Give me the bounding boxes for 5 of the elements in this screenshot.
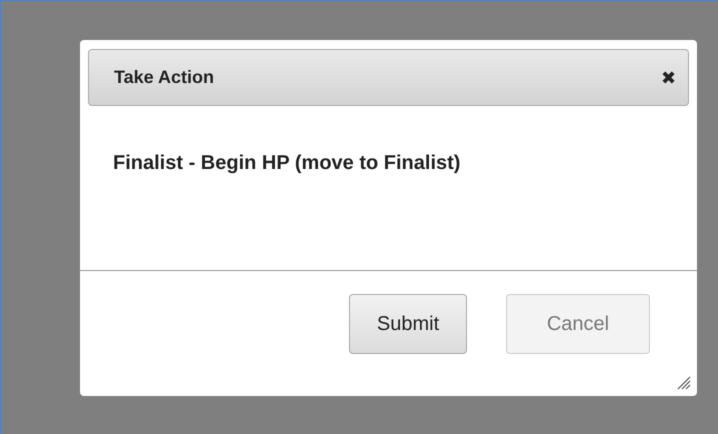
dialog-title: Take Action	[114, 67, 214, 88]
close-button[interactable]: ✖	[661, 66, 676, 88]
dialog-button[interactable]: Submit	[349, 294, 467, 354]
resize-grip-icon[interactable]	[677, 376, 691, 390]
dialog-message: Finalist - Begin HP (move to Finalist)	[113, 152, 460, 174]
